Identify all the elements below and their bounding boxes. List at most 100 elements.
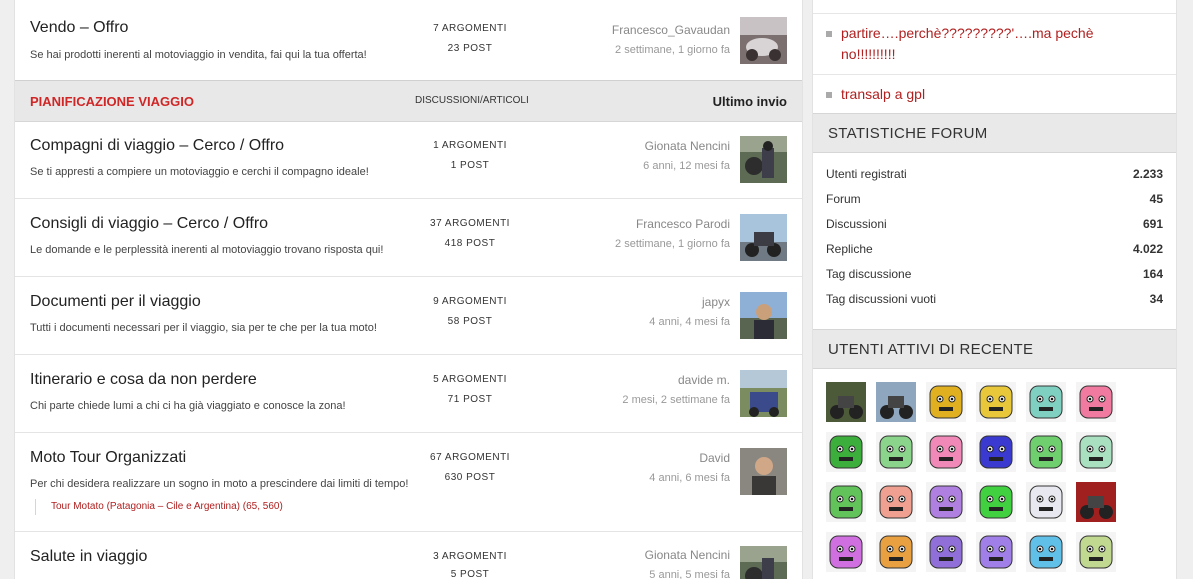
- post-count: 23 POST: [447, 43, 493, 54]
- user-avatar[interactable]: [876, 532, 916, 572]
- stat-value: 2.233: [1132, 167, 1163, 181]
- topic-count: 5 ARGOMENTI: [433, 374, 507, 385]
- last-poster-avatar[interactable]: [740, 292, 787, 339]
- last-post-time[interactable]: 6 anni, 12 mesi fa: [643, 160, 730, 172]
- user-avatar[interactable]: [826, 432, 866, 472]
- user-avatar[interactable]: [1076, 382, 1116, 422]
- user-avatar[interactable]: [1026, 482, 1066, 522]
- user-avatar[interactable]: [926, 382, 966, 422]
- user-avatar[interactable]: [926, 432, 966, 472]
- stat-value: 691: [1142, 217, 1163, 231]
- last-poster[interactable]: David: [699, 451, 730, 465]
- last-poster[interactable]: davide m.: [678, 373, 730, 387]
- active-users-title: UTENTI ATTIVI DI RECENTE: [828, 341, 1034, 358]
- stat-value: 34: [1149, 292, 1163, 306]
- stat-label: Utenti registrati: [826, 167, 907, 181]
- stat-value: 45: [1149, 192, 1163, 206]
- user-avatar[interactable]: [976, 532, 1016, 572]
- column-header-topics: DISCUSSIONI/ARTICOLI: [415, 95, 529, 106]
- post-count: 1 POST: [450, 160, 490, 171]
- user-avatar[interactable]: [1076, 432, 1116, 472]
- last-post-time[interactable]: 2 settimane, 1 giorno fa: [615, 238, 730, 250]
- stats-title: STATISTICHE FORUM: [828, 125, 988, 142]
- forum-title[interactable]: Salute in viaggio: [30, 548, 147, 566]
- last-post-time[interactable]: 2 mesi, 2 settimane fa: [622, 394, 730, 406]
- user-avatar[interactable]: [976, 382, 1016, 422]
- subforum-link[interactable]: Tour Motato (Patagonia – Cile e Argentin…: [35, 499, 283, 515]
- last-poster-avatar[interactable]: [740, 546, 787, 579]
- stat-label: Forum: [826, 192, 861, 206]
- user-avatar[interactable]: [876, 432, 916, 472]
- stat-label: Tag discussioni vuoti: [826, 292, 937, 306]
- last-poster-avatar[interactable]: [740, 17, 787, 64]
- forum-row[interactable]: Documenti per il viaggio Tutti i documen…: [15, 277, 802, 355]
- forum-row[interactable]: Salute in viaggio 3 ARGOMENTI 5 POST Gio…: [15, 532, 802, 579]
- user-avatar[interactable]: [826, 382, 866, 422]
- topic-count: 3 ARGOMENTI: [433, 551, 507, 562]
- user-avatar[interactable]: [926, 532, 966, 572]
- last-poster[interactable]: Gionata Nencini: [645, 548, 730, 562]
- last-poster-avatar[interactable]: [740, 370, 787, 417]
- recent-topic-link[interactable]: partire….perchè?????????'….ma pechè no!!…: [841, 23, 1141, 65]
- user-avatar[interactable]: [1026, 532, 1066, 572]
- post-count: 630 POST: [444, 472, 496, 483]
- recent-topic-link[interactable]: transalp a gpl: [841, 84, 925, 105]
- last-poster[interactable]: Francesco_Gavaudan: [612, 23, 730, 37]
- user-avatar[interactable]: [876, 482, 916, 522]
- forum-description: Tutti i documenti necessari per il viagg…: [30, 322, 377, 334]
- forum-description: Se hai prodotti inerenti al motoviaggio …: [30, 49, 367, 61]
- forum-title[interactable]: Itinerario e cosa da non perdere: [30, 371, 257, 389]
- forum-description: Per chi desidera realizzare un sogno in …: [30, 478, 409, 490]
- last-poster[interactable]: Francesco Parodi: [636, 217, 730, 231]
- forum-description: Se ti appresti a compiere un motoviaggio…: [30, 166, 369, 178]
- forum-description: Chi parte chiede lumi a chi ci ha già vi…: [30, 400, 346, 412]
- forum-title[interactable]: Moto Tour Organizzati: [30, 449, 186, 467]
- user-avatar[interactable]: [1026, 432, 1066, 472]
- category-title[interactable]: PIANIFICAZIONE VIAGGIO: [30, 94, 194, 109]
- stat-row: Repliche 4.022: [826, 242, 1163, 262]
- user-avatar[interactable]: [1076, 532, 1116, 572]
- last-poster[interactable]: japyx: [702, 295, 730, 309]
- sidebar-top-edge: [813, 0, 1176, 14]
- last-poster-avatar[interactable]: [740, 214, 787, 261]
- user-avatar[interactable]: [926, 482, 966, 522]
- last-post-time[interactable]: 5 anni, 5 mesi fa: [649, 569, 730, 579]
- category-header: PIANIFICAZIONE VIAGGIO DISCUSSIONI/ARTIC…: [15, 80, 802, 122]
- forum-row[interactable]: Itinerario e cosa da non perdere Chi par…: [15, 355, 802, 433]
- forum-row[interactable]: Compagni di viaggio – Cerco / Offro Se t…: [15, 121, 802, 199]
- last-post-time[interactable]: 2 settimane, 1 giorno fa: [615, 44, 730, 56]
- last-post-time[interactable]: 4 anni, 4 mesi fa: [649, 316, 730, 328]
- last-post-time[interactable]: 4 anni, 6 mesi fa: [649, 472, 730, 484]
- forum-title[interactable]: Consigli di viaggio – Cerco / Offro: [30, 215, 268, 233]
- topic-count: 9 ARGOMENTI: [433, 296, 507, 307]
- forum-title[interactable]: Vendo – Offro: [30, 19, 128, 37]
- user-avatar[interactable]: [976, 432, 1016, 472]
- last-poster-avatar[interactable]: [740, 136, 787, 183]
- forum-row[interactable]: Moto Tour Organizzati Per chi desidera r…: [15, 433, 802, 532]
- user-avatar[interactable]: [826, 532, 866, 572]
- user-avatar[interactable]: [1076, 482, 1116, 522]
- recent-topic-item[interactable]: partire….perchè?????????'….ma pechè no!!…: [813, 14, 1176, 75]
- stat-row: Tag discussione 164: [826, 267, 1163, 287]
- forum-row[interactable]: Consigli di viaggio – Cerco / Offro Le d…: [15, 199, 802, 277]
- user-avatar[interactable]: [876, 382, 916, 422]
- stat-row: Forum 45: [826, 192, 1163, 212]
- user-avatar[interactable]: [826, 482, 866, 522]
- user-avatar[interactable]: [1026, 382, 1066, 422]
- topic-count: 37 ARGOMENTI: [430, 218, 510, 229]
- stat-row: Tag discussioni vuoti 34: [826, 292, 1163, 312]
- last-poster-avatar[interactable]: [740, 448, 787, 495]
- user-avatar[interactable]: [976, 482, 1016, 522]
- column-header-last-post: Ultimo invio: [712, 94, 787, 109]
- bullet-icon: [826, 31, 832, 37]
- last-poster[interactable]: Gionata Nencini: [645, 139, 730, 153]
- stats-header: STATISTICHE FORUM: [813, 113, 1176, 153]
- recent-topic-item[interactable]: transalp a gpl: [813, 75, 1176, 113]
- stat-value: 164: [1142, 267, 1163, 281]
- forum-row[interactable]: Vendo – Offro Se hai prodotti inerenti a…: [15, 2, 802, 81]
- forum-title[interactable]: Documenti per il viaggio: [30, 293, 201, 311]
- sidebar: partire….perchè?????????'….ma pechè no!!…: [812, 0, 1177, 579]
- forum-title[interactable]: Compagni di viaggio – Cerco / Offro: [30, 137, 284, 155]
- stat-label: Discussioni: [826, 217, 887, 231]
- topic-count: 1 ARGOMENTI: [433, 140, 507, 151]
